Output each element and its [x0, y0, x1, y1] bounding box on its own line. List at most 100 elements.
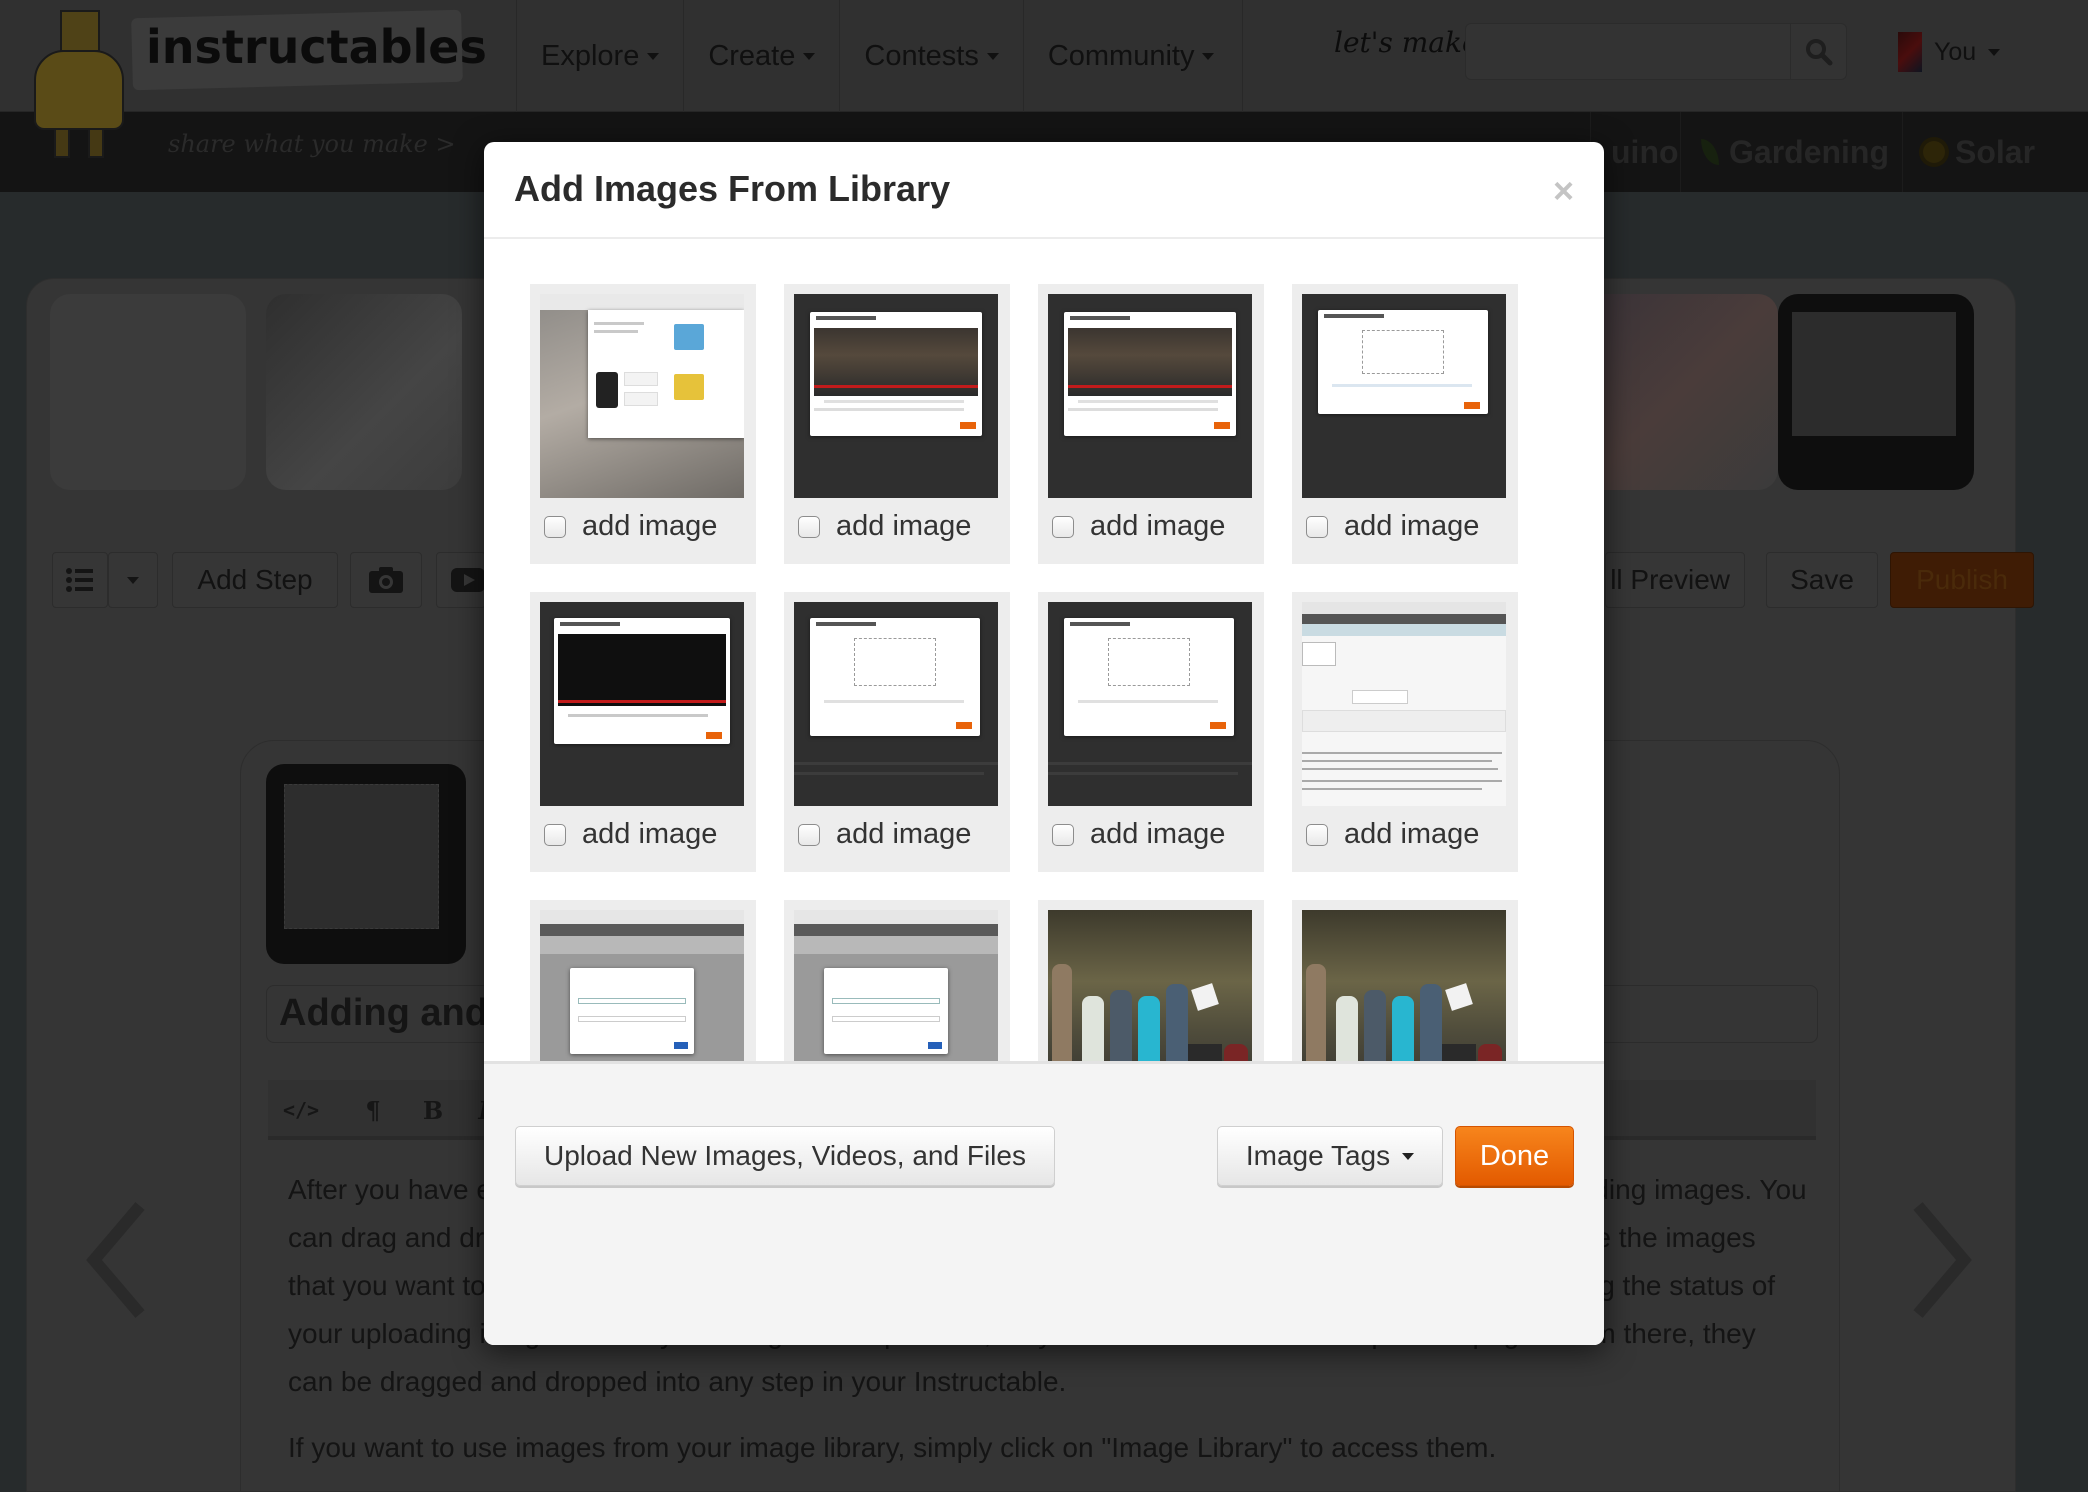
- library-image-thumbnail[interactable]: [1302, 910, 1506, 1061]
- library-image-tile[interactable]: add image: [1292, 592, 1518, 872]
- add-image-checkbox[interactable]: [544, 515, 566, 538]
- video-button[interactable]: [436, 552, 486, 608]
- sun-icon: [1923, 141, 1945, 163]
- library-image-thumbnail[interactable]: [1048, 602, 1252, 806]
- next-step-arrow-icon[interactable]: [1912, 1200, 1972, 1320]
- add-image-label: add image: [582, 818, 718, 850]
- library-image-thumbnail[interactable]: [794, 602, 998, 806]
- caret-down-icon: [1988, 48, 2001, 56]
- add-image-label: add image: [582, 510, 718, 542]
- nav-explore[interactable]: Explore: [516, 0, 683, 112]
- avatar: [1898, 32, 1922, 72]
- library-image-tile[interactable]: add image: [784, 592, 1010, 872]
- step-image[interactable]: [266, 764, 466, 964]
- add-image-option[interactable]: add image: [1306, 510, 1479, 543]
- library-image-tile[interactable]: add image: [784, 900, 1010, 1061]
- library-image-thumbnail[interactable]: [540, 910, 744, 1061]
- library-image-tile[interactable]: add image: [1038, 284, 1264, 564]
- library-image-tile[interactable]: add image: [530, 592, 756, 872]
- caret-down-icon: [127, 576, 139, 584]
- caret-down-icon: [803, 52, 816, 60]
- library-image-tile[interactable]: add image: [530, 900, 756, 1061]
- search-button[interactable]: [1790, 24, 1846, 79]
- add-image-checkbox[interactable]: [1052, 515, 1074, 538]
- add-image-label: add image: [1344, 510, 1480, 542]
- user-menu[interactable]: You: [1898, 32, 2001, 72]
- add-image-option[interactable]: add image: [798, 818, 971, 851]
- library-image-tile[interactable]: add image: [1038, 900, 1264, 1061]
- add-image-option[interactable]: add image: [1052, 818, 1225, 851]
- upload-new-files-button[interactable]: Upload New Images, Videos, and Files: [515, 1126, 1055, 1186]
- library-image-thumbnail[interactable]: [1048, 294, 1252, 498]
- caret-down-icon: [986, 52, 999, 60]
- save-button[interactable]: Save: [1766, 552, 1878, 608]
- tagline-link[interactable]: share what you make >: [168, 130, 456, 158]
- library-image-tile[interactable]: add image: [784, 284, 1010, 564]
- step-list-button[interactable]: [52, 552, 108, 608]
- add-image-option[interactable]: add image: [544, 818, 717, 851]
- modal-title: Add Images From Library: [514, 168, 951, 209]
- add-image-label: add image: [836, 818, 972, 850]
- source-code-button[interactable]: </>: [268, 1080, 334, 1140]
- strip-image[interactable]: [1582, 294, 1778, 490]
- library-image-thumbnail[interactable]: [1302, 602, 1506, 806]
- add-images-modal: Add Images From Library × add image add …: [484, 142, 1604, 1345]
- strip-image[interactable]: [50, 294, 246, 490]
- add-step-button[interactable]: Add Step: [172, 552, 338, 608]
- search-input[interactable]: [1465, 23, 1847, 80]
- add-image-option[interactable]: add image: [798, 510, 971, 543]
- library-image-thumbnail[interactable]: [540, 602, 744, 806]
- strip-image[interactable]: [266, 294, 462, 490]
- nav-create[interactable]: Create: [683, 0, 839, 112]
- done-button[interactable]: Done: [1455, 1126, 1574, 1186]
- library-image-thumbnail[interactable]: [1302, 294, 1506, 498]
- full-preview-button[interactable]: ll Preview: [1605, 552, 1745, 608]
- image-tags-button[interactable]: Image Tags: [1217, 1126, 1443, 1186]
- library-image-thumbnail[interactable]: [540, 294, 744, 498]
- search-icon: [1805, 38, 1832, 65]
- add-image-label: add image: [1344, 818, 1480, 850]
- add-image-option[interactable]: add image: [544, 510, 717, 543]
- add-image-checkbox[interactable]: [1052, 823, 1074, 846]
- add-image-checkbox[interactable]: [1306, 515, 1328, 538]
- category-solar[interactable]: Solar: [1902, 112, 2035, 192]
- step-dropdown-button[interactable]: [108, 552, 158, 608]
- leaf-icon: [1701, 139, 1719, 165]
- paragraph-format-button[interactable]: ¶: [348, 1080, 398, 1140]
- close-icon[interactable]: ×: [1553, 170, 1574, 212]
- modal-header: Add Images From Library ×: [484, 142, 1604, 239]
- camera-icon: [369, 567, 403, 593]
- add-image-checkbox[interactable]: [798, 515, 820, 538]
- add-image-checkbox[interactable]: [798, 823, 820, 846]
- caret-down-icon: [647, 52, 660, 60]
- library-image-thumbnail[interactable]: [794, 294, 998, 498]
- add-image-option[interactable]: add image: [1306, 818, 1479, 851]
- nav-community[interactable]: Community: [1022, 0, 1244, 112]
- caret-down-icon: [1402, 1152, 1415, 1160]
- add-image-checkbox[interactable]: [1306, 823, 1328, 846]
- strip-image[interactable]: [1778, 294, 1974, 490]
- library-image-tile[interactable]: add image: [1292, 900, 1518, 1061]
- caret-down-icon: [1202, 52, 1215, 60]
- logo-text[interactable]: instructables: [146, 20, 487, 74]
- library-image-thumbnail[interactable]: [1048, 910, 1252, 1061]
- library-image-tile[interactable]: add image: [1292, 284, 1518, 564]
- publish-button[interactable]: Publish: [1890, 552, 2034, 608]
- image-library-grid[interactable]: add image add image add image add image …: [484, 239, 1604, 1061]
- nav-contests[interactable]: Contests: [839, 0, 1022, 112]
- add-image-option[interactable]: add image: [1052, 510, 1225, 543]
- robot-logo-icon[interactable]: [26, 10, 146, 160]
- add-image-label: add image: [836, 510, 972, 542]
- add-image-checkbox[interactable]: [544, 823, 566, 846]
- video-icon: [451, 568, 485, 592]
- modal-footer: Upload New Images, Videos, and Files Ima…: [484, 1061, 1604, 1345]
- camera-button[interactable]: [350, 552, 422, 608]
- previous-step-arrow-icon[interactable]: [86, 1200, 146, 1320]
- library-image-thumbnail[interactable]: [794, 910, 998, 1061]
- paragraph: If you want to use images from your imag…: [288, 1432, 1497, 1463]
- library-image-tile[interactable]: add image: [530, 284, 756, 564]
- library-image-tile[interactable]: add image: [1038, 592, 1264, 872]
- list-icon: [66, 568, 93, 592]
- category-gardening[interactable]: Gardening: [1680, 112, 1889, 192]
- bold-button[interactable]: B: [408, 1080, 458, 1140]
